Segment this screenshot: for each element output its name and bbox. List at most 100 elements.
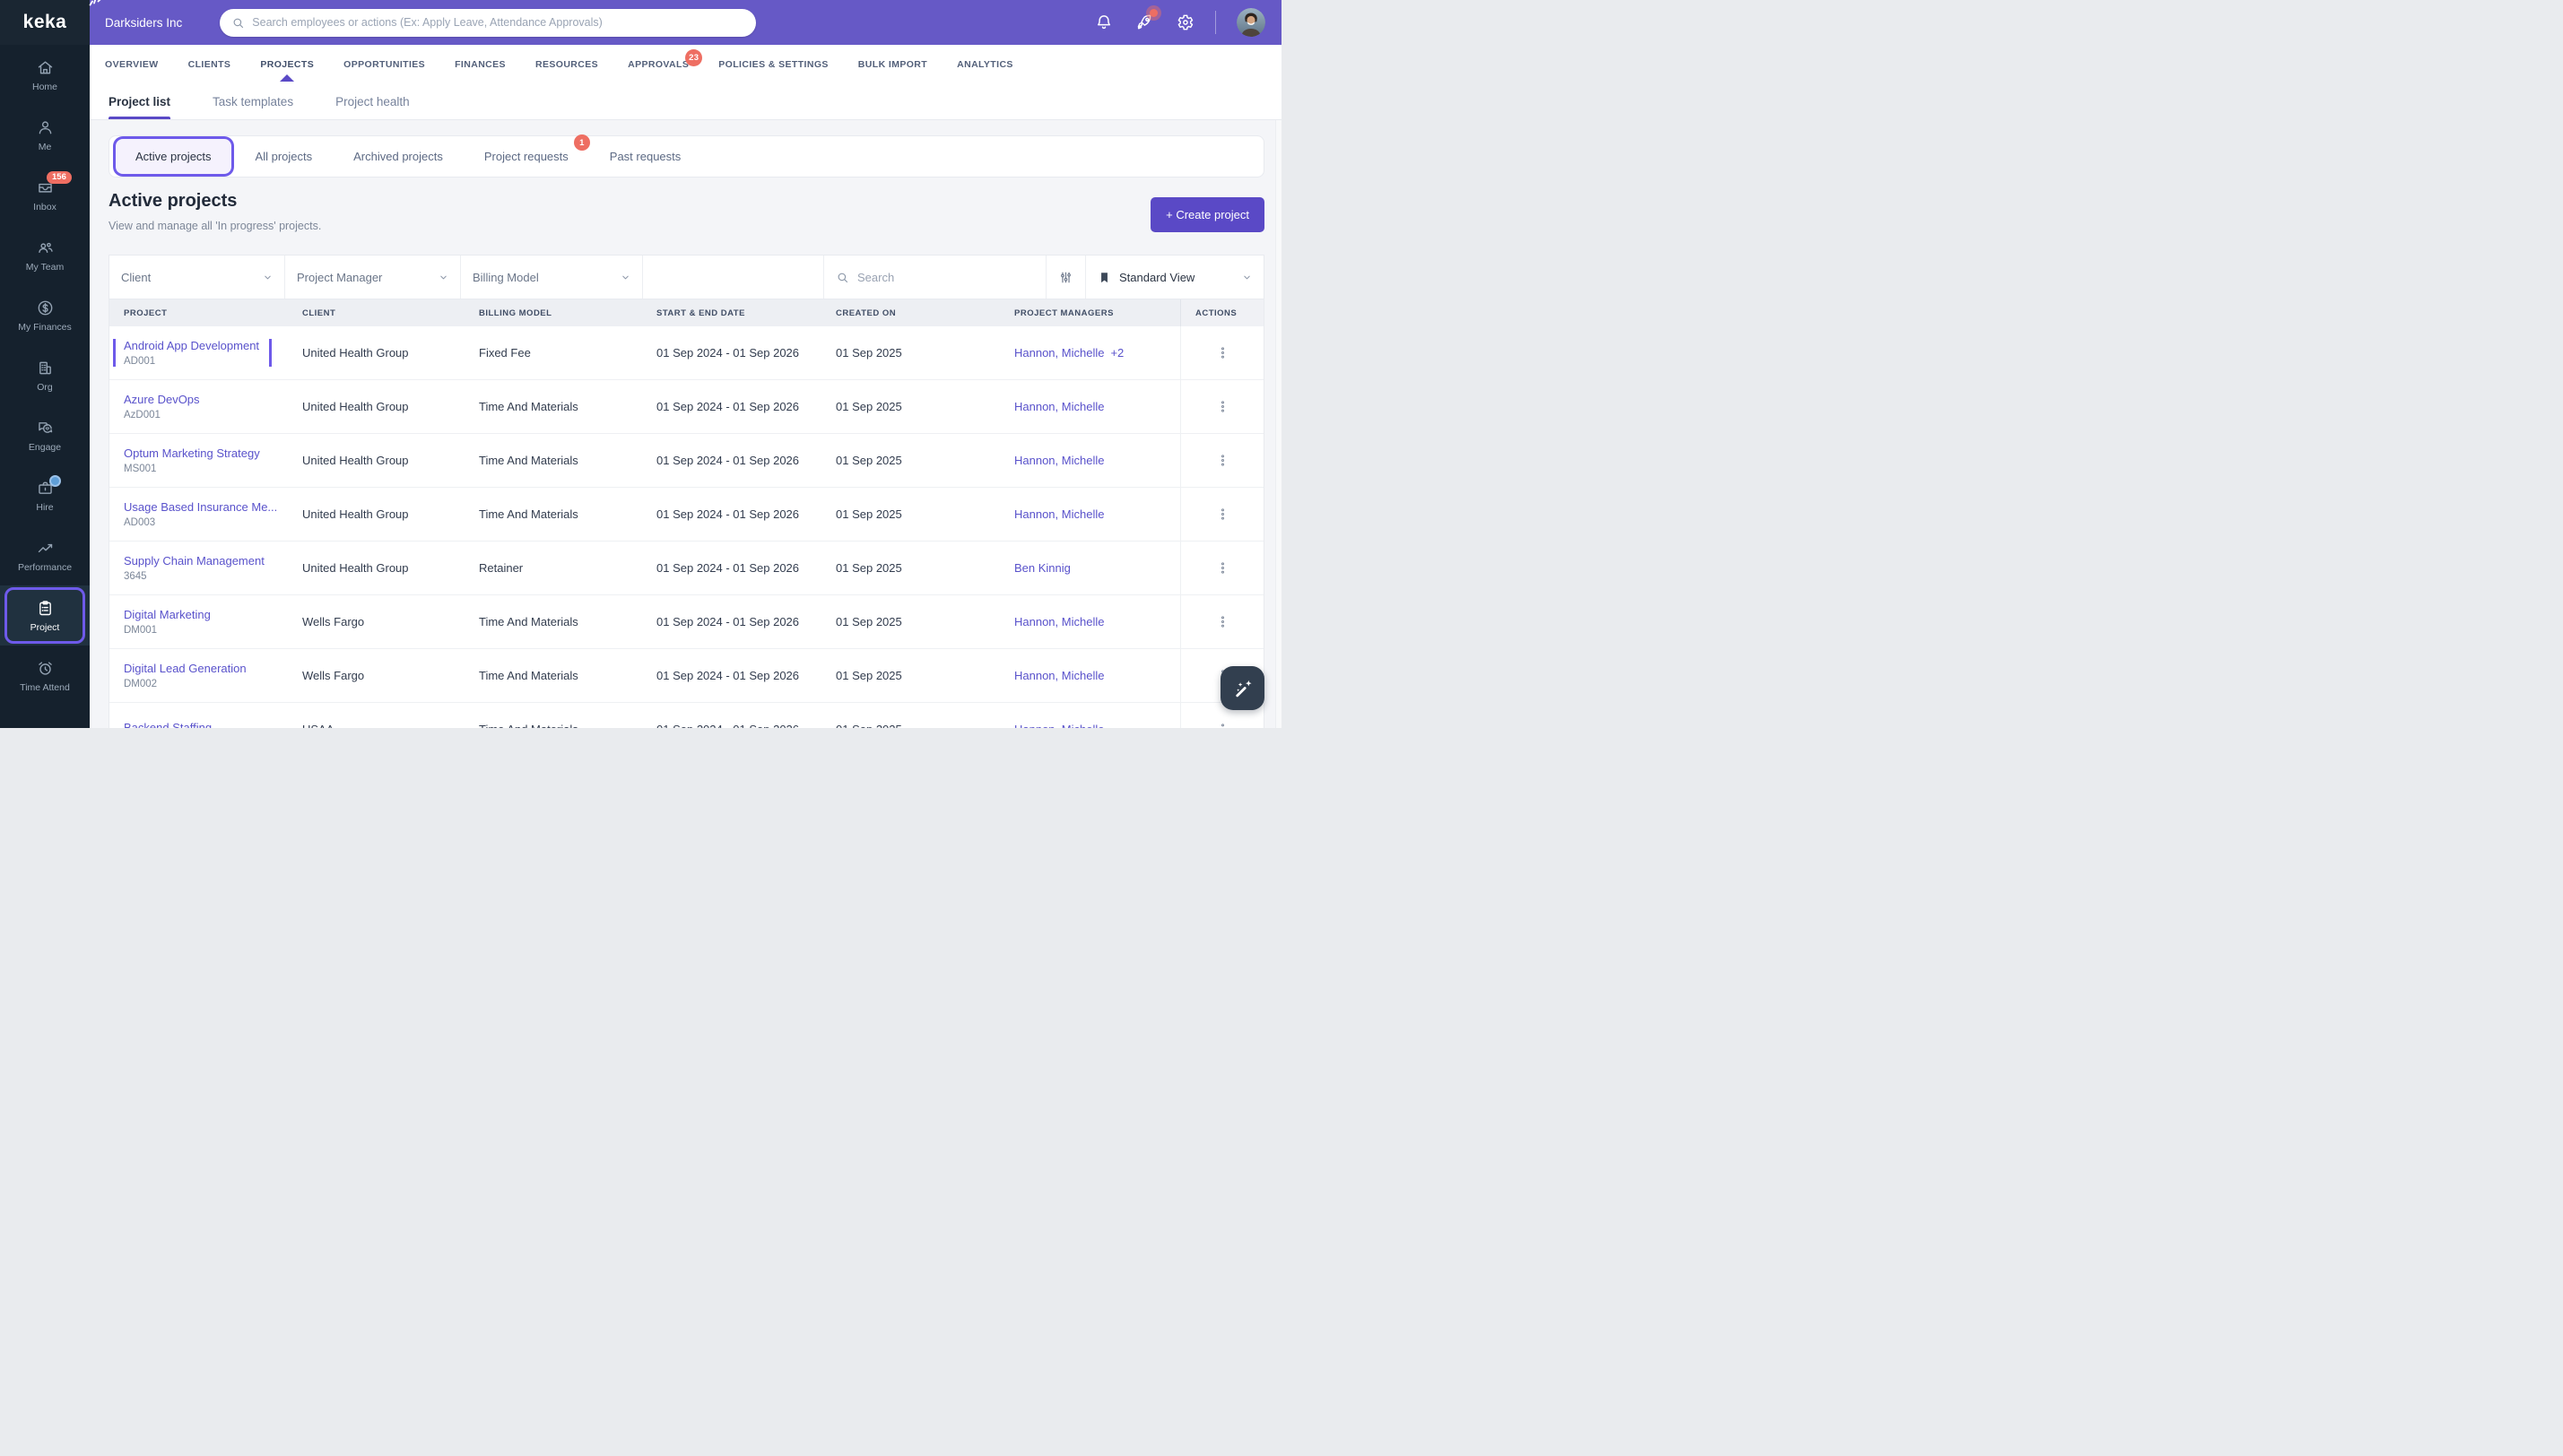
nav-overview[interactable]: OVERVIEW (105, 59, 159, 70)
page-subtitle: View and manage all 'In progress' projec… (109, 220, 322, 232)
view-selector[interactable]: Standard View (1086, 256, 1264, 299)
manager-link[interactable]: Hannon, Michelle (1014, 669, 1104, 682)
billing-model-cell: Time And Materials (465, 723, 642, 728)
created-on-cell: 01 Sep 2025 (836, 346, 902, 360)
row-actions-button[interactable] (1180, 434, 1264, 487)
tab-project-requests[interactable]: Project requests 1 (465, 134, 590, 174)
keka-logo[interactable]: keka (0, 0, 101, 45)
manager-extra-count[interactable]: +2 (1110, 346, 1124, 360)
nav-clients[interactable]: CLIENTS (188, 59, 231, 70)
sidebar-item-label: Performance (17, 561, 73, 573)
row-actions-button[interactable] (1180, 380, 1264, 433)
sidebar-item-engage[interactable]: Engage (0, 405, 90, 465)
project-code: MS001 (124, 464, 157, 474)
table-search-input[interactable] (857, 270, 1034, 284)
nav-label: BULK IMPORT (857, 58, 928, 70)
nav-policies-settings[interactable]: POLICIES & SETTINGS (718, 59, 829, 70)
sidebar-item-label: Hire (36, 501, 54, 513)
project-link[interactable]: Supply Chain Management (124, 554, 265, 568)
row-actions-button[interactable] (1180, 488, 1264, 541)
manager-link[interactable]: Hannon, Michelle (1014, 346, 1104, 360)
chevron-down-icon (440, 275, 447, 279)
project-link[interactable]: Usage Based Insurance Me... (124, 500, 277, 514)
client-filter-dropdown[interactable]: Client (109, 256, 285, 299)
nav-resources[interactable]: RESOURCES (535, 59, 598, 70)
dollar-icon (38, 300, 52, 315)
create-project-button[interactable]: + Create project (1151, 197, 1264, 232)
magic-wand-icon (1235, 680, 1252, 697)
keka-app: keka Home Me 156 Inbox My Team My Financ… (0, 0, 1282, 728)
nav-label: FINANCES (455, 58, 506, 70)
nav-opportunities[interactable]: OPPORTUNITIES (343, 59, 425, 70)
notifications-button[interactable] (1094, 13, 1114, 32)
tab-all-projects[interactable]: All projects (236, 139, 333, 174)
start-end-cell: 01 Sep 2024 - 01 Sep 2026 (656, 615, 800, 628)
manager-link[interactable]: Hannon, Michelle (1014, 615, 1104, 628)
tab-past-requests[interactable]: Past requests (590, 139, 701, 174)
sidebar-item-inbox[interactable]: 156 Inbox (0, 165, 90, 225)
search-icon (838, 273, 848, 282)
col-project-managers: PROJECT MANAGERS (1014, 308, 1114, 318)
nav-analytics[interactable]: ANALYTICS (957, 59, 1013, 70)
hire-notification-dot (49, 475, 61, 487)
chat-icon (38, 421, 52, 433)
nav-label: OPPORTUNITIES (343, 58, 426, 70)
project-link[interactable]: Digital Lead Generation (124, 662, 247, 675)
client-cell: Wells Fargo (302, 669, 365, 682)
manager-link[interactable]: Hannon, Michelle (1014, 454, 1104, 467)
row-actions-button[interactable] (1180, 542, 1264, 594)
sidebar-item-project[interactable]: Project (0, 585, 90, 646)
user-avatar[interactable] (1237, 8, 1265, 37)
table-row: Usage Based Insurance Me... AD003 United… (109, 488, 1264, 542)
page-title: Active projects (109, 191, 238, 211)
global-search[interactable] (220, 8, 757, 37)
billing-model-cell: Retainer (479, 561, 524, 575)
sidebar-item-my-team[interactable]: My Team (0, 225, 90, 285)
whats-new-button[interactable] (1134, 9, 1158, 32)
manager-link[interactable]: Hannon, Michelle (1014, 400, 1104, 413)
tab-active-projects[interactable]: Active projects (116, 139, 231, 174)
nav-bulk-import[interactable]: BULK IMPORT (858, 59, 927, 70)
content-area: Active projects All projects Archived pr… (90, 120, 1282, 728)
project-manager-filter-dropdown[interactable]: Project Manager (285, 256, 461, 299)
nav-projects[interactable]: PROJECTS (260, 59, 314, 70)
nav-finances[interactable]: FINANCES (455, 59, 506, 70)
sidebar-item-hire[interactable]: Hire (0, 465, 90, 525)
row-actions-button[interactable] (1180, 595, 1264, 648)
pill-label: Archived projects (353, 150, 443, 163)
tab-project-health[interactable]: Project health (335, 83, 410, 119)
row-actions-button[interactable] (1180, 326, 1264, 379)
sidebar-item-time-attend[interactable]: Time Attend (0, 646, 90, 706)
project-link[interactable]: Android App Development (124, 339, 259, 352)
nav-approvals[interactable]: APPROVALS 23 (628, 48, 703, 70)
settings-button[interactable] (1175, 13, 1195, 32)
pill-label: Active projects (135, 150, 212, 163)
manager-link[interactable]: Ben Kinnig (1014, 561, 1071, 575)
clipboard-icon (39, 600, 51, 615)
tab-archived-projects[interactable]: Archived projects (334, 139, 463, 174)
billing-model-filter-dropdown[interactable]: Billing Model (461, 256, 643, 299)
ai-assistant-button[interactable] (1221, 666, 1264, 710)
column-settings-button[interactable] (1047, 256, 1086, 299)
sidebar-item-home[interactable]: Home (0, 45, 90, 105)
table-search[interactable] (824, 256, 1047, 299)
tab-task-templates[interactable]: Task templates (213, 83, 293, 119)
project-link[interactable]: Optum Marketing Strategy (124, 446, 260, 460)
sidebar-item-my-finances[interactable]: My Finances (0, 285, 90, 345)
project-link[interactable]: Digital Marketing (124, 608, 211, 621)
tab-project-list[interactable]: Project list (109, 83, 171, 119)
project-code: DM001 (124, 625, 158, 636)
gear-icon (1177, 14, 1194, 30)
project-link[interactable]: Backend Staffing (124, 721, 212, 728)
user-icon (39, 120, 51, 134)
created-on-cell: 01 Sep 2025 (836, 507, 902, 521)
project-link[interactable]: Azure DevOps (124, 393, 200, 406)
global-search-input[interactable] (252, 16, 745, 29)
page-scrollbar[interactable] (1275, 120, 1282, 728)
manager-link[interactable]: Hannon, Michelle (1014, 507, 1104, 521)
bookmark-icon (1101, 272, 1108, 282)
sidebar-item-org[interactable]: Org (0, 345, 90, 405)
sidebar-item-me[interactable]: Me (0, 105, 90, 165)
manager-link[interactable]: Hannon, Michelle (1014, 723, 1104, 728)
sidebar-item-performance[interactable]: Performance (0, 525, 90, 585)
